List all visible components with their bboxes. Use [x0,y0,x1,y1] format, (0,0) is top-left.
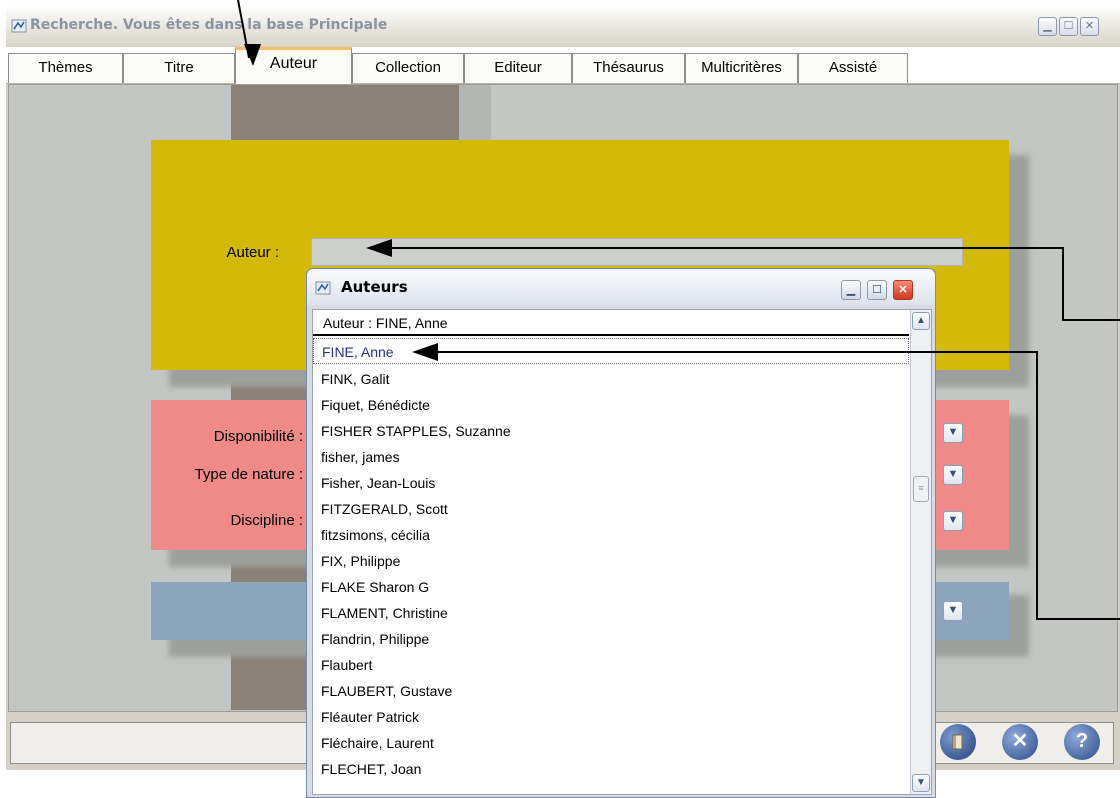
list-header: Auteur : FINE, Anne [313,310,909,336]
disponibilite-label: Disponibilité : [213,428,303,445]
list-item[interactable]: FLAUBERT, Gustave [313,678,909,704]
tab-titre[interactable]: Titre [123,53,235,83]
list-item[interactable]: FLECHET, Joan [313,756,909,782]
popup-title: Auteurs [341,278,408,296]
list-item-selected[interactable]: FINE, Anne [313,338,909,364]
type-nature-label: Type de nature : [194,466,303,483]
tab-assiste[interactable]: Assisté [798,53,908,83]
chevron-down-icon: ▼ [947,426,959,438]
maximize-icon: ☐ [872,284,882,296]
scroll-thumb[interactable]: ≡ [913,476,929,502]
chevron-down-icon: ▼ [947,604,959,616]
list-item[interactable]: FITZGERALD, Scott [313,496,909,522]
auteur-label: Auteur : [226,244,279,261]
list-item[interactable]: FLAKE Sharon G [313,574,909,600]
window-title: Recherche. Vous êtes dans la base Princi… [30,17,388,33]
list-item[interactable]: FIX, Philippe [313,548,909,574]
help-icon: ? [1075,730,1089,752]
auteur-input[interactable] [311,238,963,266]
list-item[interactable]: FINK, Galit [313,366,909,392]
tab-multicriteres[interactable]: Multicritères [685,53,798,83]
close-icon: ✕ [1084,20,1095,32]
list-item[interactable]: Flaubert [313,652,909,678]
minimize-button[interactable]: ▁ [1038,17,1057,36]
maximize-button[interactable]: ☐ [1059,17,1078,36]
list-item[interactable]: fitzsimons, cécilia [313,522,909,548]
tab-themes[interactable]: Thèmes [8,53,123,83]
popup-close-button[interactable]: ✕ [893,280,913,300]
tab-bar: Thèmes Titre Auteur Collection Editeur T… [6,47,1120,84]
list-item[interactable]: Flandrin, Philippe [313,626,909,652]
scroll-up-button[interactable]: ▲ [912,312,930,330]
list-item[interactable]: FLAMENT, Christine [313,600,909,626]
list-item[interactable]: Fiquet, Bénédicte [313,392,909,418]
chevron-down-icon: ▼ [947,468,959,480]
tab-auteur[interactable]: Auteur [235,47,352,84]
list-scrollbar[interactable]: ▲ ≡ ▼ [910,310,931,794]
decorative-shadow [459,85,491,145]
type-nature-dropdown-button[interactable]: ▼ [943,465,963,485]
close-icon: ✕ [898,284,908,296]
discipline-dropdown-button[interactable]: ▼ [943,511,963,531]
discipline-label: Discipline : [230,512,303,529]
disponibilite-dropdown-button[interactable]: ▼ [943,423,963,443]
cancel-button[interactable]: ✕ [1002,724,1038,760]
tab-editeur[interactable]: Editeur [464,53,572,83]
list-item[interactable]: FISHER STAPPLES, Suzanne [313,418,909,444]
auteurs-popup: Auteurs ▁ ☐ ✕ Auteur : FINE, Anne FINE, … [306,268,936,798]
chevron-up-icon: ▲ [916,315,926,326]
popup-maximize-button[interactable]: ☐ [867,280,887,300]
book-button[interactable] [940,724,976,760]
tab-collection[interactable]: Collection [352,53,464,83]
scroll-down-button[interactable]: ▼ [912,774,930,792]
cancel-icon: ✕ [1011,730,1029,752]
help-button[interactable]: ? [1064,724,1100,760]
list-item[interactable]: Fléauter Patrick [313,704,909,730]
list-item[interactable]: fisher, james [313,444,909,470]
maximize-icon: ☐ [1063,20,1074,32]
title-bar: Recherche. Vous êtes dans la base Princi… [6,6,1120,46]
list-item[interactable]: Fisher, Jean-Louis [313,470,909,496]
book-icon [950,730,966,752]
app-logo-icon [315,280,331,296]
minimize-icon: ▁ [846,284,856,296]
popup-title-bar: Auteurs ▁ ☐ ✕ [307,269,935,305]
chevron-down-icon: ▼ [947,514,959,526]
tab-thesaurus[interactable]: Thésaurus [572,53,685,83]
chevron-down-icon: ▼ [916,777,926,788]
auteurs-list[interactable]: Auteur : FINE, Anne FINE, Anne FINK, Gal… [312,309,932,795]
options-dropdown-button[interactable]: ▼ [943,601,963,621]
minimize-icon: ▁ [1043,20,1052,32]
app-logo-icon [11,18,27,34]
popup-minimize-button[interactable]: ▁ [841,280,861,300]
close-button[interactable]: ✕ [1080,17,1099,36]
decorative-pillar [231,85,459,145]
list-item[interactable]: Fléchaire, Laurent [313,730,909,756]
